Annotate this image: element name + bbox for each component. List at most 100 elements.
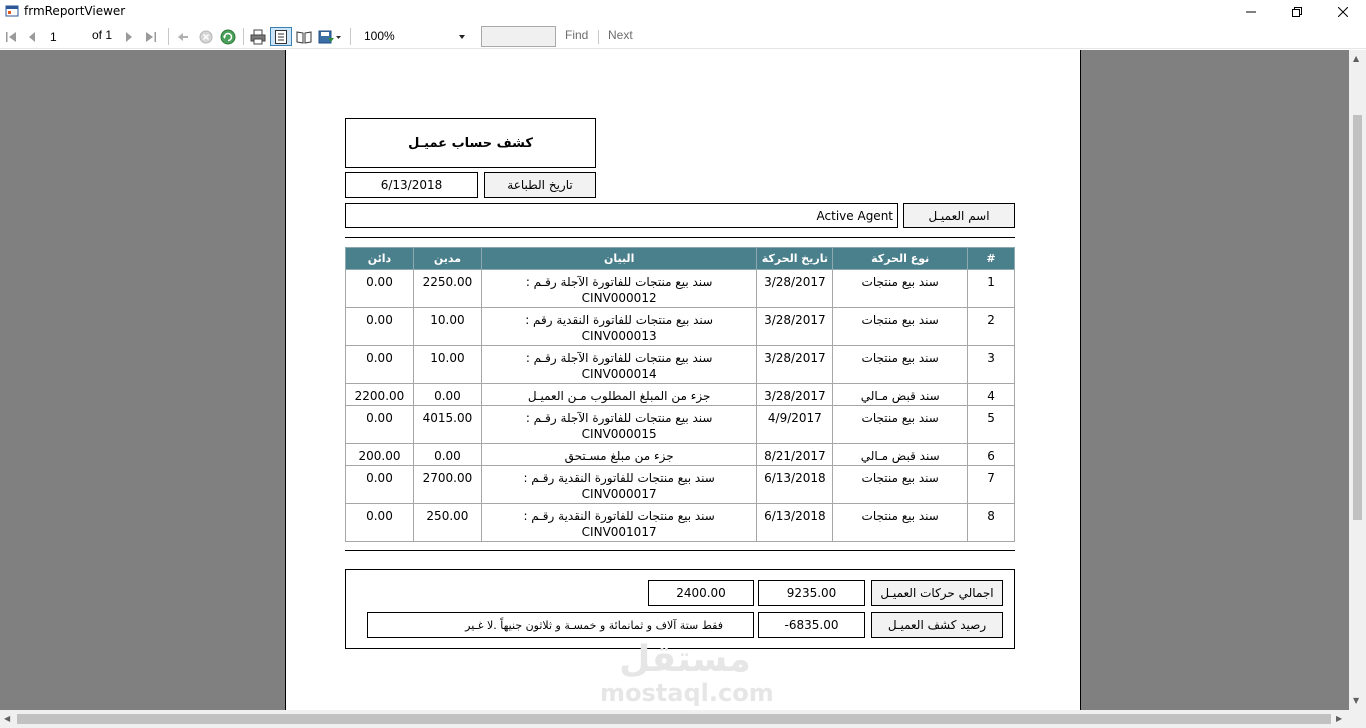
page-total: 1 bbox=[105, 28, 113, 42]
description-line: جزء من المبلغ المطلوب مـن العميـل bbox=[527, 389, 711, 403]
cell-debit: 0.00 bbox=[412, 383, 482, 406]
scroll-down-icon[interactable]: ▼ bbox=[1353, 696, 1359, 705]
cell-credit: 2200.00 bbox=[345, 383, 414, 406]
cell-date: 8/21/2017 bbox=[756, 443, 834, 466]
cell-type: سند قبض مـالي bbox=[832, 443, 969, 466]
cell-debit: 10.00 bbox=[412, 345, 482, 384]
invoice-number: CINV000014 bbox=[581, 367, 657, 381]
zoom-value: 100% bbox=[364, 29, 395, 43]
report-page: كشف حساب عميـل 6/13/2018 تاريخ الطباعة A… bbox=[285, 50, 1081, 710]
table-row: 0.00 10.00 سند بيع منتجات للفاتورة الآجلة … bbox=[345, 345, 1015, 384]
column-header-description: البيان bbox=[480, 247, 758, 270]
total-debit: 9235.00 bbox=[758, 580, 865, 606]
scroll-up-icon[interactable]: ▲ bbox=[1353, 54, 1359, 63]
cell-number: 4 bbox=[967, 383, 1015, 406]
zoom-dropdown[interactable]: 100% bbox=[356, 27, 470, 46]
horizontal-scroll-thumb[interactable] bbox=[17, 714, 1331, 724]
app-icon bbox=[5, 5, 19, 17]
close-button[interactable] bbox=[1320, 0, 1366, 24]
page-layout-icon bbox=[275, 29, 287, 44]
invoice-number: CINV000012 bbox=[581, 291, 657, 305]
cell-debit: 2250.00 bbox=[412, 269, 482, 308]
previous-page-button[interactable] bbox=[24, 27, 40, 46]
invoice-number: CINV001017 bbox=[581, 525, 657, 539]
print-button[interactable] bbox=[248, 27, 268, 46]
cell-debit: 250.00 bbox=[412, 503, 482, 542]
invoice-number: CINV000015 bbox=[581, 427, 657, 441]
page-setup-button[interactable] bbox=[294, 27, 314, 46]
cell-date: 4/9/2017 bbox=[756, 405, 834, 444]
cell-credit: 0.00 bbox=[345, 405, 414, 444]
cell-description: سند بيع منتجات للفاتورة النقدية رقـم : CI… bbox=[480, 503, 758, 542]
toolbar-separator bbox=[598, 30, 599, 44]
cell-number: 1 bbox=[967, 269, 1015, 308]
cell-credit: 0.00 bbox=[345, 345, 414, 384]
table-row: 200.00 0.00 جزء من مبلغ مسـتحق 8/21/2017 سند… bbox=[345, 443, 1015, 466]
minimize-button[interactable] bbox=[1228, 0, 1274, 24]
report-viewer: كشف حساب عميـل 6/13/2018 تاريخ الطباعة A… bbox=[0, 50, 1349, 710]
description-line: سند بيع منتجات للفاتورة الآجلة رقـم : bbox=[525, 411, 713, 425]
cell-description: سند بيع منتجات للفاتورة الآجلة رقـم : CIN… bbox=[480, 345, 758, 384]
printer-icon bbox=[250, 29, 266, 44]
column-header-date: تاريخ الحركة bbox=[756, 247, 834, 270]
column-header-type: نوع الحركة bbox=[832, 247, 969, 270]
cell-date: 3/28/2017 bbox=[756, 383, 834, 406]
close-icon bbox=[1338, 7, 1348, 17]
refresh-icon bbox=[220, 29, 236, 44]
cell-description: سند بيع منتجات للفاتورة الآجلة رقـم : CIN… bbox=[480, 269, 758, 308]
next-page-button[interactable] bbox=[121, 27, 137, 46]
balance-label: رصيد كشف العميـل bbox=[871, 612, 1003, 638]
cell-type: سند بيع منتجات bbox=[832, 503, 969, 542]
scroll-right-icon[interactable]: ▶ bbox=[1336, 714, 1342, 723]
table-row: 0.00 4015.00 سند بيع منتجات للفاتورة الآجل… bbox=[345, 405, 1015, 444]
back-button[interactable] bbox=[175, 27, 191, 46]
scroll-left-icon[interactable]: ◀ bbox=[4, 714, 10, 723]
book-icon bbox=[296, 30, 312, 44]
export-button[interactable] bbox=[317, 27, 343, 46]
page-number-input[interactable] bbox=[44, 28, 84, 45]
cell-type: سند بيع منتجات bbox=[832, 307, 969, 346]
scrollbar-corner bbox=[1349, 710, 1366, 728]
cell-type: سند قبض مـالي bbox=[832, 383, 969, 406]
stop-icon bbox=[199, 30, 213, 43]
table-row: 0.00 250.00 سند بيع منتجات للفاتورة النقدي… bbox=[345, 503, 1015, 542]
cell-debit: 2700.00 bbox=[412, 465, 482, 504]
restore-button[interactable] bbox=[1274, 0, 1320, 24]
minimize-icon bbox=[1246, 11, 1256, 13]
restore-icon bbox=[1292, 7, 1302, 17]
vertical-scrollbar[interactable]: ▲ ▼ bbox=[1349, 50, 1366, 710]
next-button[interactable]: Next bbox=[608, 28, 633, 42]
cell-type: سند بيع منتجات bbox=[832, 405, 969, 444]
cell-description: سند بيع منتجات للفاتورة النقدية رقـم : CI… bbox=[480, 465, 758, 504]
stop-button[interactable] bbox=[197, 27, 215, 46]
first-page-button[interactable] bbox=[3, 27, 19, 46]
cell-credit: 0.00 bbox=[345, 307, 414, 346]
horizontal-scrollbar[interactable]: ◀ ▶ bbox=[0, 710, 1349, 728]
refresh-button[interactable] bbox=[219, 27, 237, 46]
last-page-button[interactable] bbox=[143, 27, 159, 46]
chevron-down-icon bbox=[459, 35, 465, 39]
cell-number: 8 bbox=[967, 503, 1015, 542]
watermark-logo: مستقل mostaql.com bbox=[600, 639, 774, 712]
cell-debit: 4015.00 bbox=[412, 405, 482, 444]
cell-number: 5 bbox=[967, 405, 1015, 444]
transactions-table: دائن مدين البيان تاريخ الحركة نوع الحركة… bbox=[345, 247, 1015, 542]
customer-name-value: Active Agent bbox=[345, 203, 898, 228]
cell-date: 3/28/2017 bbox=[756, 269, 834, 308]
vertical-scroll-thumb[interactable] bbox=[1353, 115, 1362, 520]
window-title: frmReportViewer bbox=[24, 4, 126, 18]
description-line: جزء من مبلغ مسـتحق bbox=[564, 449, 674, 463]
find-button[interactable]: Find bbox=[565, 28, 588, 42]
column-header-credit: دائن bbox=[345, 247, 414, 270]
title-bar: frmReportViewer bbox=[0, 0, 1366, 24]
print-layout-button[interactable] bbox=[270, 27, 292, 46]
description-line: سند بيع منتجات للفاتورة الآجلة رقـم : bbox=[525, 275, 713, 289]
watermark-arabic: مستقل bbox=[619, 639, 751, 680]
description-line: سند بيع منتجات للفاتورة الآجلة رقـم : bbox=[525, 351, 713, 365]
divider bbox=[345, 550, 1015, 551]
print-date-value: 6/13/2018 bbox=[345, 172, 478, 198]
cell-type: سند بيع منتجات bbox=[832, 269, 969, 308]
column-header-number: # bbox=[967, 247, 1015, 270]
find-input[interactable] bbox=[481, 26, 556, 47]
cell-type: سند بيع منتجات bbox=[832, 465, 969, 504]
